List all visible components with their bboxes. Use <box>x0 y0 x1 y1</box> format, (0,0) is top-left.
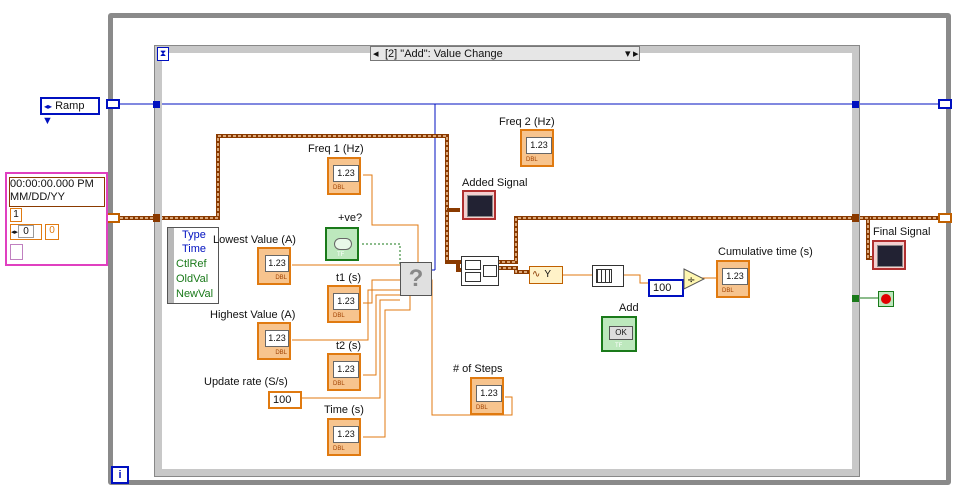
event-case-selector[interactable]: ◂ [2] "Add": Value Change ▾ ▸ <box>370 46 640 61</box>
t2-terminal[interactable]: 1.23 DBL <box>327 353 361 391</box>
waveform-tunnel-left[interactable] <box>153 214 160 222</box>
waveform-constant[interactable]: 00:00:00.000 PM MM/DD/YY 1 ◂▸ 0 0 <box>5 172 108 266</box>
stop-tunnel[interactable] <box>852 295 859 302</box>
simulate-signal-express-vi[interactable]: ? <box>400 262 432 296</box>
waveform-shift-register-right[interactable] <box>938 213 952 223</box>
ramp-dropdown-icon[interactable]: ▼ <box>42 115 53 127</box>
t2-label: t2 (s) <box>336 340 362 352</box>
attributes-constant[interactable] <box>10 244 23 260</box>
positive-terminal[interactable]: TF <box>325 227 359 261</box>
iteration-terminal[interactable]: i <box>111 466 129 484</box>
added-signal-terminal[interactable] <box>462 190 496 220</box>
enum-shift-register-right[interactable] <box>938 99 952 109</box>
array-index: 0 <box>18 225 35 238</box>
event-data-time: Time <box>182 243 207 255</box>
event-data-type: Type <box>182 229 206 241</box>
cumulative-time-terminal[interactable]: 1.23 DBL <box>716 260 750 298</box>
get-y-label: Y <box>544 269 552 280</box>
event-data-newval: NewVal <box>176 288 214 300</box>
freq1-label: Freq 1 (Hz) <box>308 143 364 155</box>
hundred-constant[interactable]: 100 <box>648 279 684 297</box>
add-label: Add <box>619 302 639 314</box>
array-element: 0 <box>45 224 59 240</box>
t1-label: t1 (s) <box>336 272 362 284</box>
append-waveforms-node[interactable] <box>461 256 499 286</box>
add-button-terminal[interactable]: OK TF <box>601 316 637 352</box>
stop-condition-terminal[interactable] <box>878 291 894 307</box>
freq2-terminal[interactable]: 1.23 DBL <box>520 129 554 167</box>
dt-constant[interactable]: 1 <box>10 208 22 222</box>
added-signal-label: Added Signal <box>462 177 528 189</box>
get-waveform-components-node[interactable]: ∿ Y <box>529 266 563 284</box>
waveform-shift-register-left[interactable] <box>106 213 120 223</box>
enum-tunnel-left[interactable] <box>153 101 160 108</box>
case-decrement-icon[interactable]: ◂ <box>373 47 379 62</box>
add-ok-label: OK <box>609 326 633 340</box>
t1-terminal[interactable]: 1.23 DBL <box>327 285 361 323</box>
freq1-terminal[interactable]: 1.23 DBL <box>327 157 361 195</box>
case-dropdown-icon[interactable]: ▾ <box>625 47 631 62</box>
event-data-node[interactable]: Type Time CtlRef OldVal NewVal <box>167 227 219 304</box>
timestamp-date: MM/DD/YY <box>10 191 65 203</box>
enum-tunnel-right[interactable] <box>852 101 859 108</box>
time-label: Time (s) <box>324 404 364 416</box>
array-constant[interactable]: ◂▸ 0 <box>10 224 42 240</box>
timestamp-time: 00:00:00.000 PM <box>10 178 94 190</box>
final-signal-label: Final Signal <box>873 226 931 238</box>
case-selector-label: [2] "Add": Value Change <box>385 48 503 60</box>
time-terminal[interactable]: 1.23 DBL <box>327 418 361 456</box>
freq2-label: Freq 2 (Hz) <box>499 116 555 128</box>
case-increment-icon[interactable]: ▸ <box>633 47 639 62</box>
update-rate-label: Update rate (S/s) <box>204 376 288 388</box>
waveform-tunnel-right[interactable] <box>852 214 859 222</box>
ramp-enum-value: Ramp <box>55 100 85 112</box>
array-size-node[interactable] <box>592 265 624 287</box>
positive-label: +ve? <box>338 212 363 224</box>
ramp-enum-constant[interactable]: ◂▸ Ramp ▼ <box>40 97 100 127</box>
timestamp-constant[interactable]: 00:00:00.000 PM MM/DD/YY <box>9 177 105 207</box>
timeout-icon[interactable]: ⧗ <box>157 47 169 61</box>
lowest-value-terminal[interactable]: 1.23 DBL <box>257 247 291 285</box>
steps-label: # of Steps <box>453 363 503 375</box>
steps-terminal[interactable]: 1.23 DBL <box>470 377 504 415</box>
update-rate-constant[interactable]: 100 <box>268 391 302 409</box>
event-data-ctlref: CtlRef <box>176 258 207 270</box>
lowest-value-label: Lowest Value (A) <box>213 234 296 246</box>
highest-value-terminal[interactable]: 1.23 DBL <box>257 322 291 360</box>
divide-function[interactable]: ÷ <box>683 268 705 290</box>
enum-shift-register-left[interactable] <box>106 99 120 109</box>
final-signal-terminal[interactable] <box>872 240 906 270</box>
event-data-oldval: OldVal <box>176 273 209 285</box>
highest-value-label: Highest Value (A) <box>210 309 296 321</box>
cumulative-time-label: Cumulative time (s) <box>718 246 813 258</box>
svg-text:÷: ÷ <box>687 275 695 286</box>
